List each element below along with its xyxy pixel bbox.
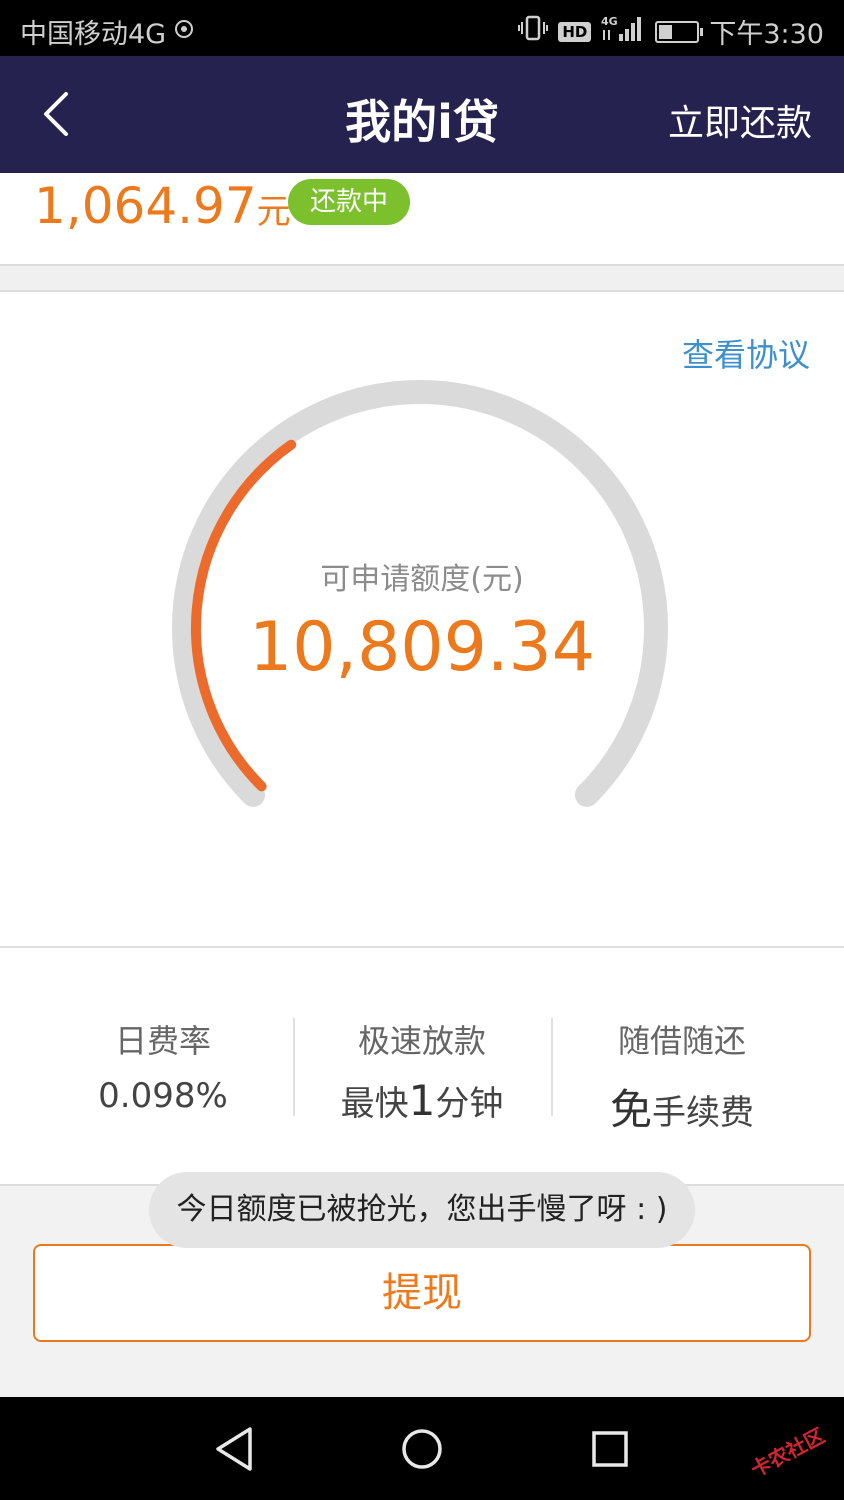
feature-title: 日费率	[114, 1022, 211, 1060]
feature-value: 0.098%	[98, 1076, 228, 1116]
back-button[interactable]	[30, 84, 90, 144]
feature-value-suffix: 手续费	[652, 1093, 754, 1133]
chevron-left-icon	[44, 92, 68, 136]
available-quota-label: 可申请额度(元)	[320, 562, 524, 597]
status-badge: 还款中	[288, 179, 410, 225]
feature-value: 免手续费	[553, 1076, 811, 1137]
section-divider	[0, 266, 844, 292]
app-header: 我的i贷 立即还款	[0, 56, 844, 173]
watermark-logo: 卡农社区	[740, 1407, 836, 1495]
circle-home-icon	[402, 1429, 442, 1469]
loan-amount-unit: 元	[256, 192, 291, 232]
carrier-label: 中国移动4G	[20, 19, 167, 50]
system-home-button[interactable]	[392, 1419, 452, 1479]
repay-now-button[interactable]: 立即还款	[668, 94, 812, 146]
feature-daily-rate: 日费率 0.098%	[34, 1016, 292, 1116]
current-loan-summary: 1,064.97元 还款中	[0, 173, 844, 266]
feature-value-emphasis: 免	[609, 1085, 652, 1134]
system-back-button[interactable]	[204, 1419, 264, 1479]
feature-value-suffix: 分钟	[435, 1084, 504, 1124]
notification-icon	[174, 16, 194, 47]
feature-value: 最快1分钟	[293, 1076, 551, 1125]
watermark-text: 卡农社区	[747, 1423, 829, 1482]
feature-fast-payout: 极速放款 最快1分钟	[293, 1016, 551, 1125]
svg-text:4G: 4G	[601, 15, 618, 28]
feature-title: 随借随还	[617, 1022, 746, 1060]
triangle-back-icon	[216, 1427, 252, 1471]
quota-card: 查看协议 可申请额度(元) 10,809.34	[0, 292, 844, 948]
battery-icon	[655, 20, 704, 43]
feature-title: 极速放款	[357, 1022, 486, 1060]
status-bar: 中国移动4G HD 4G 下午3:30	[0, 0, 844, 56]
feature-value-emphasis: 1	[408, 1076, 436, 1125]
system-nav-bar: 卡农社区	[0, 1397, 844, 1500]
available-quota-value: 10,809.34	[248, 608, 596, 687]
hd-badge: HD	[558, 21, 592, 42]
withdraw-button[interactable]: 提现	[33, 1244, 811, 1342]
vibrate-icon	[518, 14, 549, 49]
system-recents-button[interactable]	[580, 1419, 640, 1479]
loan-amount-value: 1,064.97	[34, 177, 257, 235]
feature-flexible-repay: 随借随还 免手续费	[553, 1016, 811, 1137]
signal-icon: 4G	[601, 14, 645, 49]
clock: 下午3:30	[709, 19, 824, 50]
feature-row: 日费率 0.098% 极速放款 最快1分钟 随借随还 免手续费	[0, 948, 844, 1184]
feature-value-prefix: 最快	[340, 1084, 409, 1124]
square-recents-icon	[592, 1431, 628, 1467]
toast-message: 今日额度已被抢光，您出手慢了呀 : )	[149, 1172, 695, 1248]
loan-amount: 1,064.97元	[34, 177, 291, 235]
